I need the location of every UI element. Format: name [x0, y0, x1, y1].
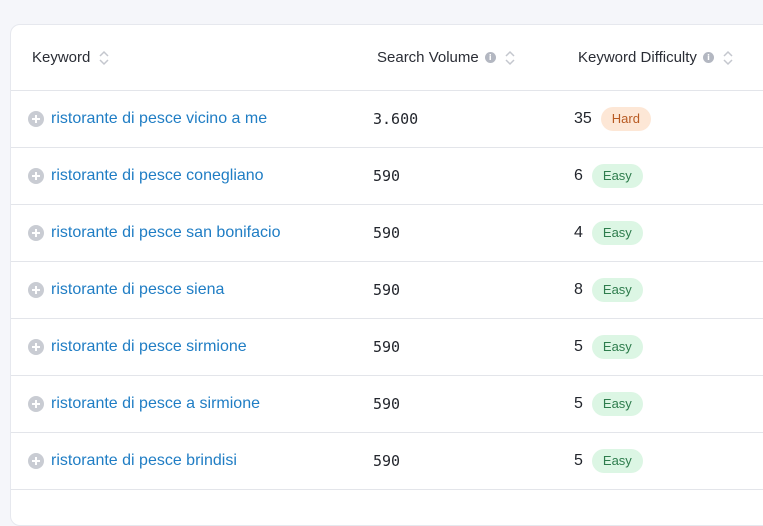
column-label-search-volume: Search Volume — [377, 49, 479, 66]
add-keyword-icon[interactable] — [28, 282, 44, 298]
table-row: ristorante di pesce siena 590 8 Easy — [11, 262, 763, 319]
table-row: ristorante di pesce a sirmione 590 5 Eas… — [11, 376, 763, 433]
keyword-difficulty-value: 5 — [574, 395, 583, 412]
sort-icon[interactable] — [98, 50, 110, 66]
search-volume-value: 590 — [373, 224, 401, 242]
search-volume-value: 590 — [373, 281, 401, 299]
difficulty-badge: Easy — [591, 392, 643, 416]
column-header-keyword-difficulty[interactable]: Keyword Difficulty i — [578, 25, 734, 90]
keyword-difficulty-value: 8 — [574, 281, 583, 298]
keyword-difficulty-value: 6 — [574, 167, 583, 184]
keyword-difficulty-value: 5 — [574, 338, 583, 355]
table-row: ristorante di pesce sirmione 590 5 Easy — [11, 319, 763, 376]
keyword-link[interactable]: ristorante di pesce sirmione — [51, 319, 247, 375]
difficulty-badge: Easy — [591, 221, 643, 245]
table-row: ristorante di pesce vicino a me 3.600 35… — [11, 91, 763, 148]
keyword-link[interactable]: ristorante di pesce vicino a me — [51, 91, 267, 147]
keyword-link[interactable]: ristorante di pesce brindisi — [51, 433, 237, 489]
search-volume-value: 590 — [373, 338, 401, 356]
keyword-difficulty-cell: 4 Easy — [574, 205, 643, 261]
keyword-link[interactable]: ristorante di pesce siena — [51, 262, 224, 318]
keyword-difficulty-value: 5 — [574, 452, 583, 469]
keyword-difficulty-value: 35 — [574, 110, 592, 127]
keyword-difficulty-value: 4 — [574, 224, 583, 241]
table-header: Keyword Search Volume i Keyword Difficul… — [11, 25, 763, 91]
keyword-link[interactable]: ristorante di pesce conegliano — [51, 148, 264, 204]
difficulty-badge: Hard — [600, 107, 651, 131]
keyword-difficulty-cell: 5 Easy — [574, 433, 643, 489]
search-volume-value: 590 — [373, 395, 401, 413]
column-label-keyword-difficulty: Keyword Difficulty — [578, 49, 697, 66]
keyword-link[interactable]: ristorante di pesce san bonifacio — [51, 205, 280, 261]
keyword-difficulty-cell: 5 Easy — [574, 376, 643, 432]
search-volume-value: 590 — [373, 452, 401, 470]
add-keyword-icon[interactable] — [28, 168, 44, 184]
column-header-keyword[interactable]: Keyword — [32, 25, 110, 90]
keyword-link[interactable]: ristorante di pesce a sirmione — [51, 376, 260, 432]
add-keyword-icon[interactable] — [28, 111, 44, 127]
keyword-difficulty-cell: 6 Easy — [574, 148, 643, 204]
table-row: ristorante di pesce conegliano 590 6 Eas… — [11, 148, 763, 205]
keyword-difficulty-cell: 8 Easy — [574, 262, 643, 318]
add-keyword-icon[interactable] — [28, 396, 44, 412]
add-keyword-icon[interactable] — [28, 339, 44, 355]
keyword-table: Keyword Search Volume i Keyword Difficul… — [10, 24, 763, 526]
difficulty-badge: Easy — [591, 335, 643, 359]
column-header-search-volume[interactable]: Search Volume i — [377, 25, 516, 90]
search-volume-value: 3.600 — [373, 110, 419, 128]
info-icon[interactable]: i — [702, 52, 714, 63]
search-volume-value: 590 — [373, 167, 401, 185]
keyword-difficulty-cell: 35 Hard — [574, 91, 651, 147]
sort-icon[interactable] — [722, 50, 734, 66]
add-keyword-icon[interactable] — [28, 225, 44, 241]
add-keyword-icon[interactable] — [28, 453, 44, 469]
table-row: ristorante di pesce brindisi 590 5 Easy — [11, 433, 763, 490]
difficulty-badge: Easy — [591, 278, 643, 302]
sort-icon[interactable] — [504, 50, 516, 66]
difficulty-badge: Easy — [591, 449, 643, 473]
table-row: ristorante di pesce san bonifacio 590 4 … — [11, 205, 763, 262]
difficulty-badge: Easy — [591, 164, 643, 188]
column-label-keyword: Keyword — [32, 49, 91, 66]
keyword-difficulty-cell: 5 Easy — [574, 319, 643, 375]
info-icon[interactable]: i — [484, 52, 496, 63]
